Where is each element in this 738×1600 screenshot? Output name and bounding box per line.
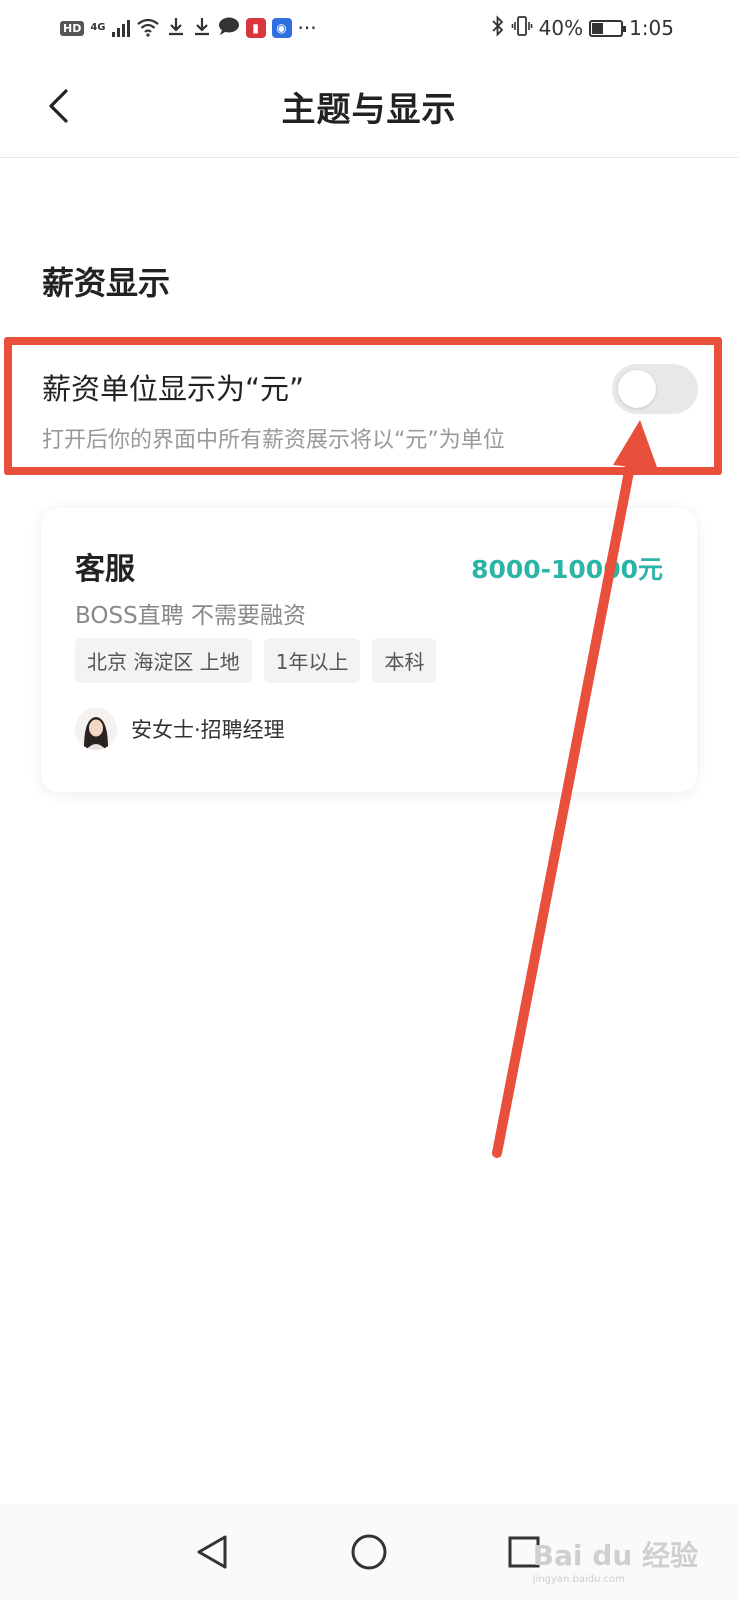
nav-home-button[interactable]	[339, 1526, 399, 1578]
status-bar: HD 4G ▮ ◉ ··· 40% 1:05	[0, 0, 738, 56]
status-right: 40% 1:05	[491, 14, 674, 42]
battery-percent: 40%	[538, 16, 584, 40]
circle-home-icon	[351, 1534, 387, 1570]
job-title: 客服	[75, 552, 135, 587]
watermark: Bai du 经验 jingyan.baidu.com	[533, 1534, 698, 1585]
toggle-knob	[618, 370, 656, 408]
download-icon	[166, 16, 186, 41]
signal-icon	[111, 19, 130, 37]
section-title: 薪资显示	[42, 264, 171, 302]
bulb-app-icon: ◉	[271, 18, 292, 38]
battery-fill	[592, 22, 604, 34]
triangle-back-icon	[197, 1535, 227, 1569]
book-app-icon: ▮	[245, 18, 266, 38]
salary-unit-setting-row: 薪资单位显示为“元” 打开后你的界面中所有薪资展示将以“元”为单位	[0, 336, 738, 476]
recruiter-info: 安女士·招聘经理	[75, 708, 285, 750]
annotation-arrow	[492, 420, 658, 1158]
page-title: 主题与显示	[281, 90, 457, 130]
chevron-left-icon	[49, 89, 68, 123]
salary-unit-toggle[interactable]	[612, 364, 698, 414]
bluetooth-icon	[491, 14, 505, 42]
job-tag-education: 本科	[372, 638, 437, 683]
download-icon-2	[192, 16, 212, 41]
chat-bubble-icon	[218, 16, 240, 41]
hd-badge: HD	[60, 20, 85, 36]
network-type: 4G	[90, 22, 106, 33]
wifi-icon	[136, 17, 160, 40]
avatar	[75, 708, 117, 750]
setting-description: 打开后你的界面中所有薪资展示将以“元”为单位	[42, 428, 505, 453]
job-tags: 北京 海淀区 上地 1年以上 本科	[75, 638, 437, 683]
more-notifications-icon: ···	[297, 16, 317, 40]
page-header: 主题与显示	[0, 56, 738, 158]
job-tag-location: 北京 海淀区 上地	[75, 638, 252, 683]
back-button[interactable]	[30, 78, 86, 134]
nav-back-button[interactable]	[182, 1526, 242, 1578]
job-salary: 8000-10000元	[471, 555, 663, 584]
status-left: HD 4G ▮ ◉ ···	[60, 16, 317, 41]
battery-icon	[589, 19, 627, 37]
setting-label: 薪资单位显示为“元”	[42, 372, 305, 406]
clock: 1:05	[629, 16, 674, 40]
system-nav-bar: Bai du 经验 jingyan.baidu.com	[0, 1504, 738, 1600]
recruiter-name: 安女士·招聘经理	[131, 718, 285, 742]
watermark-text: Bai du 经验	[532, 1539, 698, 1572]
job-tag-experience: 1年以上	[263, 638, 361, 683]
vibrate-icon	[511, 15, 533, 42]
watermark-url: jingyan.baidu.com	[532, 1574, 625, 1585]
job-company: BOSS直聘 不需要融资	[75, 603, 306, 629]
job-card-preview[interactable]: 客服 8000-10000元 BOSS直聘 不需要融资 北京 海淀区 上地 1年…	[41, 508, 697, 792]
